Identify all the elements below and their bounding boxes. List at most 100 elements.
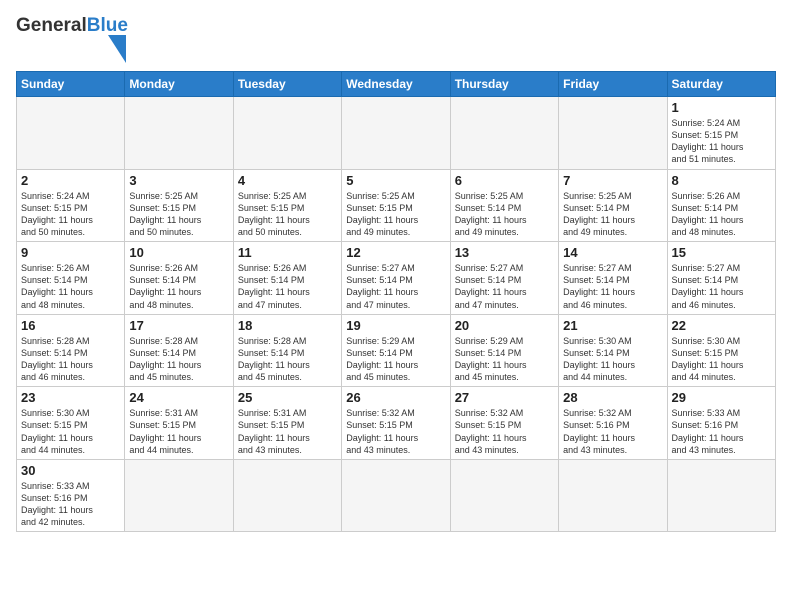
calendar-week-2: 2 Sunrise: 5:24 AM Sunset: 5:15 PM Daylig… [17, 169, 776, 242]
day-info: Sunrise: 5:25 AM Sunset: 5:14 PM Dayligh… [455, 190, 554, 239]
calendar-cell [450, 459, 558, 532]
day-number: 14 [563, 245, 662, 260]
calendar-cell: 29Sunrise: 5:33 AM Sunset: 5:16 PM Dayli… [667, 387, 775, 460]
day-info: Sunrise: 5:30 AM Sunset: 5:15 PM Dayligh… [21, 407, 120, 456]
calendar-week-1: 1 Sunrise: 5:24 AM Sunset: 5:15 PM Daylig… [17, 97, 776, 170]
day-number: 11 [238, 245, 337, 260]
calendar-cell [559, 97, 667, 170]
day-number: 20 [455, 318, 554, 333]
calendar-cell: 8Sunrise: 5:26 AM Sunset: 5:14 PM Daylig… [667, 169, 775, 242]
calendar-cell: 24 Sunrise: 5:31 AM Sunset: 5:15 PM Dayli… [125, 387, 233, 460]
calendar-cell: 20 Sunrise: 5:29 AM Sunset: 5:14 PM Dayli… [450, 314, 558, 387]
calendar-week-4: 16 Sunrise: 5:28 AM Sunset: 5:14 PM Dayli… [17, 314, 776, 387]
day-info: Sunrise: 5:27 AM Sunset: 5:14 PM Dayligh… [455, 262, 554, 311]
day-number: 27 [455, 390, 554, 405]
calendar-cell: 26 Sunrise: 5:32 AM Sunset: 5:15 PM Dayli… [342, 387, 450, 460]
day-number: 24 [129, 390, 228, 405]
day-number: 2 [21, 173, 120, 188]
day-number: 9 [21, 245, 120, 260]
day-number: 3 [129, 173, 228, 188]
calendar-cell: 17 Sunrise: 5:28 AM Sunset: 5:14 PM Dayli… [125, 314, 233, 387]
calendar-cell: 13 Sunrise: 5:27 AM Sunset: 5:14 PM Dayli… [450, 242, 558, 315]
calendar-cell: 16Sunrise: 5:28 AM Sunset: 5:14 PM Dayli… [17, 314, 125, 387]
day-info: Sunrise: 5:32 AM Sunset: 5:15 PM Dayligh… [455, 407, 554, 456]
calendar-cell [450, 97, 558, 170]
calendar-cell: 7 Sunrise: 5:25 AM Sunset: 5:14 PM Daylig… [559, 169, 667, 242]
day-number: 1 [672, 100, 771, 115]
day-info: Sunrise: 5:32 AM Sunset: 5:15 PM Dayligh… [346, 407, 445, 456]
calendar-cell: 28Sunrise: 5:32 AM Sunset: 5:16 PM Dayli… [559, 387, 667, 460]
page-header: GeneralBlue [16, 16, 776, 63]
day-info: Sunrise: 5:31 AM Sunset: 5:15 PM Dayligh… [238, 407, 337, 456]
day-info: Sunrise: 5:25 AM Sunset: 5:14 PM Dayligh… [563, 190, 662, 239]
day-info: Sunrise: 5:25 AM Sunset: 5:15 PM Dayligh… [129, 190, 228, 239]
calendar-cell [233, 459, 341, 532]
day-info: Sunrise: 5:27 AM Sunset: 5:14 PM Dayligh… [346, 262, 445, 311]
calendar-cell: 10Sunrise: 5:26 AM Sunset: 5:14 PM Dayli… [125, 242, 233, 315]
calendar-cell [667, 459, 775, 532]
day-info: Sunrise: 5:33 AM Sunset: 5:16 PM Dayligh… [672, 407, 771, 456]
calendar-week-5: 23 Sunrise: 5:30 AM Sunset: 5:15 PM Dayli… [17, 387, 776, 460]
day-info: Sunrise: 5:25 AM Sunset: 5:15 PM Dayligh… [238, 190, 337, 239]
day-number: 16 [21, 318, 120, 333]
weekday-header-row: SundayMondayTuesdayWednesdayThursdayFrid… [17, 72, 776, 97]
day-info: Sunrise: 5:29 AM Sunset: 5:14 PM Dayligh… [455, 335, 554, 384]
day-info: Sunrise: 5:30 AM Sunset: 5:14 PM Dayligh… [563, 335, 662, 384]
day-info: Sunrise: 5:33 AM Sunset: 5:16 PM Dayligh… [21, 480, 120, 529]
day-info: Sunrise: 5:28 AM Sunset: 5:14 PM Dayligh… [129, 335, 228, 384]
calendar-cell: 3 Sunrise: 5:25 AM Sunset: 5:15 PM Daylig… [125, 169, 233, 242]
calendar-cell [125, 459, 233, 532]
day-info: Sunrise: 5:25 AM Sunset: 5:15 PM Dayligh… [346, 190, 445, 239]
day-info: Sunrise: 5:24 AM Sunset: 5:15 PM Dayligh… [672, 117, 771, 166]
weekday-header-thursday: Thursday [450, 72, 558, 97]
calendar-cell: 25 Sunrise: 5:31 AM Sunset: 5:15 PM Dayli… [233, 387, 341, 460]
calendar-cell: 30 Sunrise: 5:33 AM Sunset: 5:16 PM Dayli… [17, 459, 125, 532]
day-number: 17 [129, 318, 228, 333]
day-number: 26 [346, 390, 445, 405]
day-number: 6 [455, 173, 554, 188]
day-info: Sunrise: 5:26 AM Sunset: 5:14 PM Dayligh… [129, 262, 228, 311]
day-info: Sunrise: 5:26 AM Sunset: 5:14 PM Dayligh… [238, 262, 337, 311]
calendar-cell: 23 Sunrise: 5:30 AM Sunset: 5:15 PM Dayli… [17, 387, 125, 460]
day-info: Sunrise: 5:29 AM Sunset: 5:14 PM Dayligh… [346, 335, 445, 384]
day-info: Sunrise: 5:26 AM Sunset: 5:14 PM Dayligh… [672, 190, 771, 239]
calendar-week-3: 9 Sunrise: 5:26 AM Sunset: 5:14 PM Daylig… [17, 242, 776, 315]
day-number: 23 [21, 390, 120, 405]
calendar-cell [125, 97, 233, 170]
weekday-header-tuesday: Tuesday [233, 72, 341, 97]
calendar-cell: 22Sunrise: 5:30 AM Sunset: 5:15 PM Dayli… [667, 314, 775, 387]
day-info: Sunrise: 5:27 AM Sunset: 5:14 PM Dayligh… [563, 262, 662, 311]
day-number: 15 [672, 245, 771, 260]
day-info: Sunrise: 5:24 AM Sunset: 5:15 PM Dayligh… [21, 190, 120, 239]
weekday-header-friday: Friday [559, 72, 667, 97]
calendar-cell [17, 97, 125, 170]
calendar-cell: 1 Sunrise: 5:24 AM Sunset: 5:15 PM Daylig… [667, 97, 775, 170]
day-number: 18 [238, 318, 337, 333]
calendar-cell: 11 Sunrise: 5:26 AM Sunset: 5:14 PM Dayli… [233, 242, 341, 315]
day-info: Sunrise: 5:30 AM Sunset: 5:15 PM Dayligh… [672, 335, 771, 384]
day-number: 5 [346, 173, 445, 188]
calendar-cell [342, 97, 450, 170]
day-info: Sunrise: 5:31 AM Sunset: 5:15 PM Dayligh… [129, 407, 228, 456]
weekday-header-sunday: Sunday [17, 72, 125, 97]
calendar-cell: 14 Sunrise: 5:27 AM Sunset: 5:14 PM Dayli… [559, 242, 667, 315]
day-info: Sunrise: 5:32 AM Sunset: 5:16 PM Dayligh… [563, 407, 662, 456]
day-number: 21 [563, 318, 662, 333]
calendar-cell: 18Sunrise: 5:28 AM Sunset: 5:14 PM Dayli… [233, 314, 341, 387]
calendar-cell: 6 Sunrise: 5:25 AM Sunset: 5:14 PM Daylig… [450, 169, 558, 242]
day-number: 30 [21, 463, 120, 478]
logo-general: General [16, 15, 87, 36]
calendar-cell [559, 459, 667, 532]
weekday-header-wednesday: Wednesday [342, 72, 450, 97]
logo-blue: Blue [87, 15, 128, 36]
calendar-cell [233, 97, 341, 170]
day-number: 13 [455, 245, 554, 260]
day-number: 7 [563, 173, 662, 188]
calendar-cell: 5 Sunrise: 5:25 AM Sunset: 5:15 PM Daylig… [342, 169, 450, 242]
calendar-cell: 19Sunrise: 5:29 AM Sunset: 5:14 PM Dayli… [342, 314, 450, 387]
logo: GeneralBlue [16, 16, 130, 63]
weekday-header-saturday: Saturday [667, 72, 775, 97]
day-info: Sunrise: 5:27 AM Sunset: 5:14 PM Dayligh… [672, 262, 771, 311]
day-number: 25 [238, 390, 337, 405]
day-number: 12 [346, 245, 445, 260]
